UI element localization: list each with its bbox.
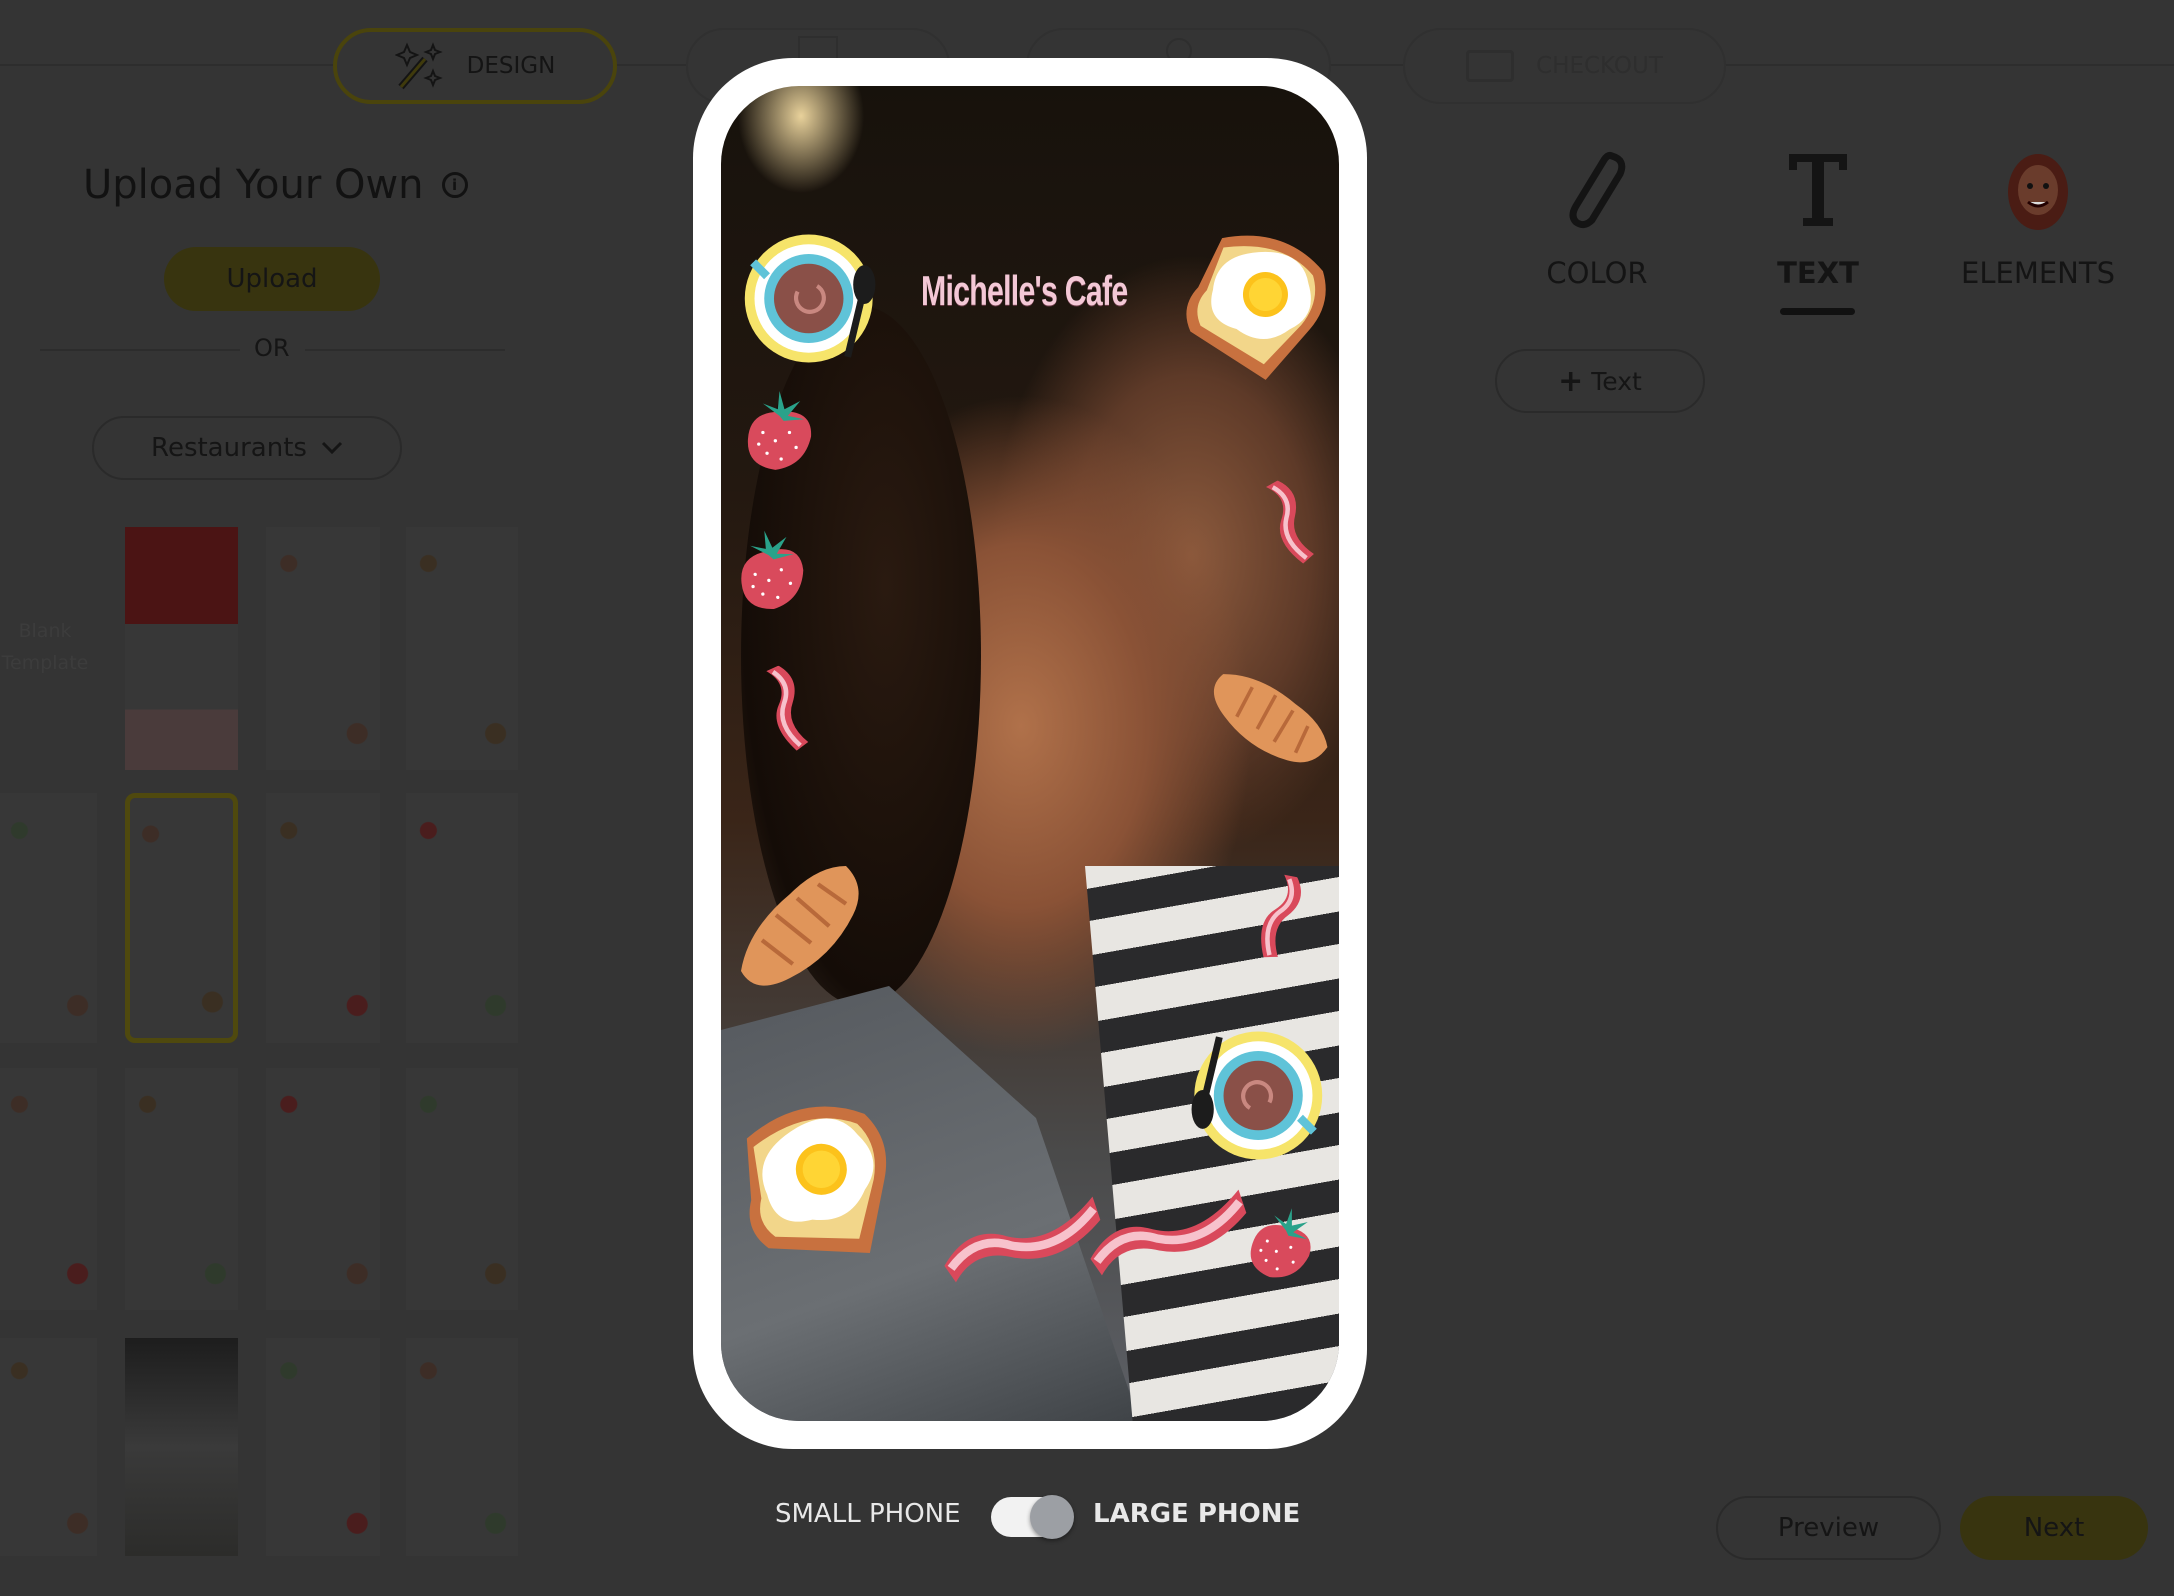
large-phone-label[interactable]: LARGE PHONE	[1093, 1499, 1300, 1529]
or-label: OR	[254, 334, 290, 362]
phone-size-toggle[interactable]	[991, 1495, 1074, 1539]
divider	[305, 349, 505, 351]
egg-toast-sticker[interactable]	[1169, 218, 1339, 392]
tool-color[interactable]: COLOR	[1497, 150, 1697, 290]
croissant-sticker[interactable]	[734, 859, 874, 999]
blank-template[interactable]: Blank Template	[0, 615, 90, 679]
template-thumbnail[interactable]	[0, 1068, 97, 1310]
upload-section-title: Upload Your Own i	[83, 162, 468, 208]
strawberry-sticker[interactable]	[723, 523, 819, 619]
croissant-sticker[interactable]	[1198, 651, 1337, 790]
template-thumbnail[interactable]	[406, 1338, 518, 1556]
active-tool-indicator	[1780, 308, 1855, 315]
bacon-sticker[interactable]	[1258, 475, 1320, 572]
text-t-icon	[1789, 154, 1847, 226]
tool-elements-label: ELEMENTS	[1961, 256, 2115, 290]
avatar-elements-icon	[2008, 154, 2068, 230]
card-icon	[1466, 50, 1515, 82]
divider	[40, 349, 240, 351]
phone-preview-frame: Michelle's Cafe	[693, 58, 1367, 1449]
step-checkout-label: CHECKOUT	[1536, 53, 1663, 79]
coffee-cup-sticker[interactable]	[1186, 1026, 1325, 1165]
tool-text-label: TEXT	[1777, 256, 1859, 290]
template-thumbnail[interactable]	[406, 527, 518, 770]
tool-text[interactable]: TEXT	[1718, 150, 1918, 290]
preview-button[interactable]: Preview	[1716, 1496, 1941, 1560]
template-thumbnail[interactable]	[266, 1068, 380, 1310]
template-thumbnail[interactable]	[0, 793, 97, 1043]
toggle-knob[interactable]	[1030, 1495, 1074, 1539]
template-thumbnail[interactable]	[0, 1338, 97, 1556]
coffee-cup-sticker[interactable]	[742, 229, 881, 368]
template-thumbnail[interactable]	[266, 527, 380, 770]
template-thumbnail[interactable]	[406, 793, 518, 1043]
step-design-label: DESIGN	[466, 53, 556, 79]
template-thumbnail[interactable]	[125, 1068, 238, 1310]
tool-elements[interactable]: ELEMENTS	[1938, 150, 2138, 290]
template-thumbnail[interactable]	[125, 527, 238, 770]
category-value: Restaurants	[151, 433, 307, 463]
strawberry-sticker[interactable]	[738, 390, 821, 474]
pen-nib-icon	[1569, 152, 1626, 229]
upload-button[interactable]: Upload	[164, 247, 380, 311]
phone-screen[interactable]: Michelle's Cafe	[721, 86, 1339, 1421]
step-checkout-tab[interactable]: CHECKOUT	[1403, 28, 1726, 104]
step-design-tab[interactable]: DESIGN	[333, 28, 617, 104]
upload-title-text: Upload Your Own	[83, 162, 424, 208]
category-dropdown[interactable]: Restaurants	[92, 416, 402, 480]
template-thumbnail[interactable]	[266, 793, 380, 1043]
template-thumbnail[interactable]	[125, 793, 238, 1043]
template-thumbnail[interactable]	[266, 1338, 380, 1556]
overlay-text[interactable]: Michelle's Cafe	[921, 267, 1128, 315]
chevron-down-icon	[321, 441, 342, 455]
next-button[interactable]: Next	[1960, 1496, 2148, 1560]
info-icon[interactable]: i	[441, 172, 468, 198]
template-thumbnail[interactable]	[125, 1338, 238, 1556]
plus-icon: +	[1558, 363, 1584, 399]
small-phone-label[interactable]: SMALL PHONE	[775, 1499, 961, 1529]
add-text-button[interactable]: + Text	[1495, 349, 1705, 413]
tool-color-label: COLOR	[1546, 256, 1648, 290]
add-text-label: Text	[1591, 366, 1642, 396]
magic-wand-icon	[394, 42, 443, 90]
template-thumbnail[interactable]	[406, 1068, 518, 1310]
